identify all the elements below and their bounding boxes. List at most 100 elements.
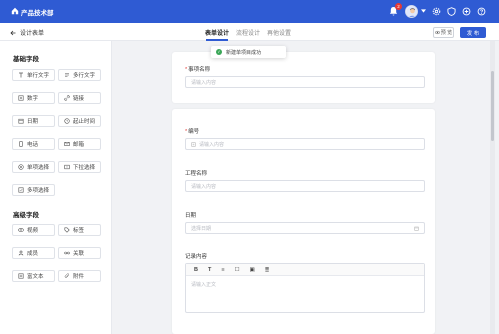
tab-form-design[interactable]: 表单设计 (205, 28, 229, 37)
field-multi-choice[interactable]: 多项选择 (12, 184, 55, 196)
preview-label: 预 览 (440, 30, 453, 36)
phone-icon (19, 141, 23, 147)
date-label: 日期 (185, 213, 197, 219)
required-mark: * (185, 67, 188, 73)
project-name-input[interactable]: 请输入内容 (185, 76, 425, 88)
placeholder: 请输入内容 (191, 79, 217, 86)
record-label: 记录内容 (185, 254, 208, 260)
field-multi-line-text[interactable]: 多行文字 (58, 69, 101, 81)
mail-icon (64, 141, 70, 147)
help-icon[interactable] (477, 7, 486, 16)
required-mark: * (185, 129, 188, 135)
box-button[interactable]: ☐ (235, 267, 240, 273)
field-relation[interactable]: 关联 (58, 247, 101, 259)
tab-process-design[interactable]: 流程设计 (236, 28, 260, 37)
text-size-button[interactable]: T (208, 267, 211, 273)
field-label: 多行文字 (73, 73, 96, 79)
success-toast: ✓ 新建单项目成功 (211, 46, 286, 58)
field-palette: 基础字段 单行文字 多行文字 数字 链接 日期 起止时间 电话 邮箱 单项选择 … (0, 41, 112, 334)
calendar-icon (18, 118, 24, 124)
video-icon (18, 228, 24, 232)
field-label: 电话 (27, 142, 39, 148)
align-button[interactable]: ≣ (265, 267, 270, 273)
placeholder: 请输入内容 (191, 183, 217, 190)
list-button[interactable]: ≡ (221, 267, 224, 273)
field-label-text: 事项名称 (188, 67, 211, 73)
editor-toolbar: B T ≡ ☐ ▣ ≣ (186, 264, 424, 276)
checkbox-icon (18, 187, 24, 193)
field-date[interactable]: 日期 (12, 115, 55, 127)
field-label: 单项选择 (27, 165, 50, 171)
placeholder: 请输入内容 (199, 141, 225, 148)
placeholder: 选择日期 (191, 225, 212, 232)
tab-other-settings[interactable]: 再他设置 (267, 28, 291, 37)
editor-body[interactable]: 请输入正文 (186, 276, 424, 312)
publish-button[interactable]: 发 布 (460, 27, 486, 38)
field-link[interactable]: 链接 (58, 92, 101, 104)
gear-icon[interactable] (432, 7, 441, 16)
form-canvas: *事项名称 请输入内容 *编号 请输入内容 工程名称 请输入内容 日期 选择日期… (112, 41, 499, 334)
richtext-icon (18, 273, 24, 279)
home-icon[interactable] (11, 7, 19, 15)
page-title: 设计表单 (20, 31, 45, 37)
rich-text-editor[interactable]: B T ≡ ☐ ▣ ≣ 请输入正文 (185, 263, 425, 313)
field-tag[interactable]: 标签 (58, 224, 101, 236)
designer-tabs: 表单设计 流程设计 再他设置 (205, 28, 291, 37)
multiline-icon (65, 73, 69, 77)
basic-fields-title: 基础字段 (13, 56, 39, 63)
number-icon (191, 141, 196, 147)
check-circle-icon: ✓ (216, 49, 222, 55)
project-title-input[interactable]: 请输入内容 (185, 180, 425, 192)
user-avatar[interactable] (405, 5, 418, 18)
number-input[interactable]: 请输入内容 (185, 138, 425, 150)
shield-icon[interactable] (447, 7, 456, 16)
relation-icon (64, 251, 70, 255)
field-label: 邮箱 (73, 142, 85, 148)
field-single-line-text[interactable]: 单行文字 (12, 69, 55, 81)
field-label: 单行文字 (27, 73, 50, 79)
text-icon (19, 72, 23, 78)
preview-button[interactable]: 预 览 (433, 27, 454, 38)
bold-button[interactable]: B (194, 267, 198, 273)
field-phone[interactable]: 电话 (12, 138, 55, 150)
image-button[interactable]: ▣ (250, 267, 255, 273)
calendar-icon (414, 226, 419, 231)
field-single-choice[interactable]: 单项选择 (12, 161, 55, 173)
designer-header: 设计表单 表单设计 流程设计 再他设置 预 览 发 布 (0, 23, 499, 41)
field-label: 视频 (27, 228, 39, 234)
field-label: 数字 (27, 96, 39, 102)
field-label: 链接 (73, 96, 85, 102)
date-input[interactable]: 选择日期 (185, 222, 425, 234)
project-title-label: 工程名称 (185, 171, 208, 177)
settings-icon[interactable] (462, 7, 471, 16)
field-number[interactable]: 数字 (12, 92, 55, 104)
field-attachment[interactable]: 附件 (58, 270, 101, 282)
toast-message: 新建单项目成功 (226, 49, 262, 56)
field-label: 成员 (27, 251, 39, 257)
notification-badge: 2 (395, 3, 402, 10)
top-bar: 产品技术部 2 (0, 0, 499, 23)
clock-icon (64, 118, 70, 124)
field-rich-text[interactable]: 富文本 (12, 270, 55, 282)
field-label: 附件 (73, 274, 85, 280)
advanced-fields-title: 高级字段 (13, 212, 39, 219)
number-icon (18, 95, 24, 101)
form-card-top: *事项名称 请输入内容 (172, 52, 435, 103)
field-time-range[interactable]: 起止时间 (58, 115, 101, 127)
field-video[interactable]: 视频 (12, 224, 55, 236)
field-label-text: 编号 (188, 129, 200, 135)
chevron-down-icon[interactable] (421, 9, 426, 13)
scrollbar[interactable] (490, 41, 495, 334)
field-label: 关联 (73, 251, 85, 257)
field-label: 起止时间 (73, 119, 96, 125)
scrollbar-thumb[interactable] (491, 71, 494, 141)
link-icon (64, 95, 70, 101)
eye-icon (434, 30, 440, 35)
back-link[interactable]: 设计表单 (10, 28, 44, 37)
project-name-label: *事项名称 (185, 65, 210, 73)
field-label: 标签 (73, 228, 85, 234)
radio-icon (18, 164, 24, 170)
field-member[interactable]: 成员 (12, 247, 55, 259)
field-dropdown[interactable]: 下拉选择 (58, 161, 101, 173)
field-email[interactable]: 邮箱 (58, 138, 101, 150)
